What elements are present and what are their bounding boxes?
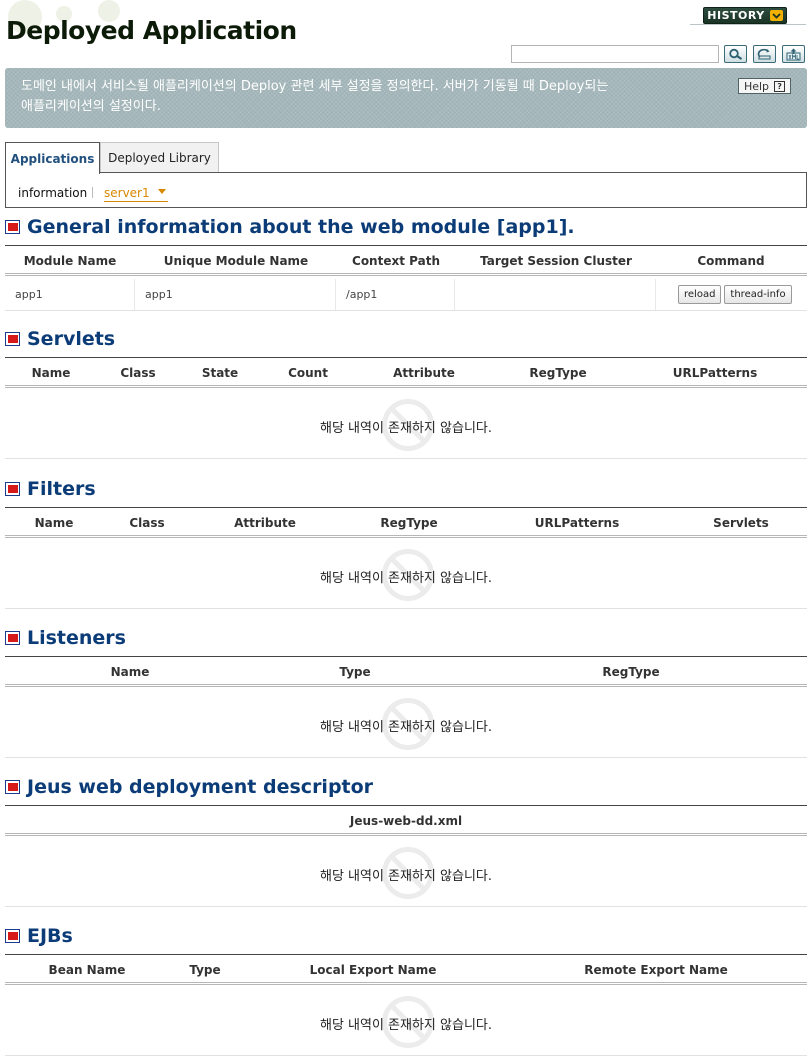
column-header: Unique Module Name (163, 254, 309, 268)
search-icon (729, 48, 743, 60)
column-header: RegType (602, 665, 660, 679)
history-label: HISTORY (707, 9, 765, 22)
cell-context-path: /app1 (336, 279, 455, 310)
column-header: URLPatterns (672, 366, 758, 380)
empty-row: 해당 내역이 존재하지 않습니다. (5, 391, 807, 459)
server-select-value: server1 (104, 186, 150, 200)
section-title-text: EJBs (27, 925, 73, 947)
thread-info-button[interactable]: thread-info (724, 285, 792, 304)
description-banner: 도메인 내에서 서비스될 애플리케이션의 Deploy 관련 세부 설정을 정의… (5, 68, 807, 128)
section-title-text: Jeus web deployment descriptor (27, 776, 374, 798)
column-header: Attribute (393, 366, 455, 380)
table-row: app1 app1 /app1 reload thread-info (5, 279, 807, 311)
question-icon: ? (774, 80, 786, 92)
table-header-jeus-dd: Jeus-web-dd.xml (5, 805, 807, 836)
banner-line: 애플리케이션의 설정이다. (21, 99, 161, 114)
dropdown-arrow-icon (157, 189, 166, 194)
section-title-text: Listeners (27, 627, 126, 649)
column-header: Name (31, 366, 71, 380)
column-header: Target Session Cluster (480, 254, 632, 268)
column-header: Module Name (23, 254, 117, 268)
column-header: URLPatterns (534, 516, 620, 530)
tab-label: Applications (10, 151, 95, 166)
column-header: Class (120, 366, 156, 380)
help-button[interactable]: Help ? (738, 78, 791, 94)
search-button[interactable] (724, 45, 747, 63)
banner-line: 도메인 내에서 서비스될 애플리케이션의 Deploy 관련 세부 설정을 정의… (21, 79, 609, 94)
section-title-jeus-dd: Jeus web deployment descriptor (5, 776, 373, 798)
column-header: RegType (380, 516, 438, 530)
section-bullet-icon (5, 929, 20, 943)
column-header: Type (339, 665, 371, 679)
tab-applications[interactable]: Applications (5, 142, 100, 174)
chevron-down-icon (769, 10, 783, 21)
section-title-filters: Filters (5, 478, 96, 500)
cell-command: reload thread-info (656, 279, 807, 310)
reload-button[interactable]: reload (678, 285, 722, 304)
help-label: Help (743, 79, 770, 93)
column-header: RegType (529, 366, 587, 380)
section-title-servlets: Servlets (5, 328, 115, 350)
column-header: State (201, 366, 239, 380)
export-xml-button[interactable] (782, 45, 805, 63)
empty-message: 해당 내역이 존재하지 않습니다. (319, 571, 492, 586)
column-header: Context Path (352, 254, 440, 268)
table-header-general: Module Name Unique Module Name Context P… (5, 245, 807, 276)
tab-label: Deployed Library (108, 151, 211, 165)
header-divider (690, 24, 806, 25)
section-title-ejbs: EJBs (5, 925, 73, 947)
column-header: Servlets (713, 516, 769, 530)
table-header-filters: Name Class Attribute RegType URLPatterns… (5, 507, 807, 538)
empty-row: 해당 내역이 존재하지 않습니다. (5, 690, 807, 758)
section-bullet-icon (5, 482, 20, 496)
column-header: Command (697, 254, 765, 268)
section-title-text: Servlets (27, 328, 116, 350)
refresh-icon (757, 48, 771, 60)
section-title-general: General information about the web module… (5, 216, 575, 238)
empty-message: 해당 내역이 존재하지 않습니다. (319, 869, 492, 884)
cell-target-session-cluster (455, 279, 656, 310)
sub-navigation: information server1 (5, 172, 807, 208)
page-title: Deployed Application (6, 16, 297, 45)
empty-row: 해당 내역이 존재하지 않습니다. (5, 988, 807, 1056)
column-header: Remote Export Name (584, 963, 728, 977)
column-header: Count (288, 366, 328, 380)
section-bullet-icon (5, 332, 20, 346)
column-header: Attribute (234, 516, 296, 530)
column-header: Class (129, 516, 165, 530)
empty-message: 해당 내역이 존재하지 않습니다. (319, 720, 492, 735)
refresh-button[interactable] (753, 45, 776, 63)
section-title-text: Filters (27, 478, 96, 500)
column-header: Name (34, 516, 74, 530)
table-header-servlets: Name Class State Count Attribute RegType… (5, 357, 807, 388)
section-bullet-icon (5, 631, 20, 645)
table-header-listeners: Name Type RegType (5, 656, 807, 687)
section-bullet-icon (5, 780, 20, 794)
search-input[interactable] (511, 45, 719, 63)
subnav-information[interactable]: information (18, 186, 87, 200)
server-select[interactable]: server1 (104, 186, 168, 202)
column-header: Bean Name (48, 963, 126, 977)
empty-row: 해당 내역이 존재하지 않습니다. (5, 541, 807, 609)
empty-message: 해당 내역이 존재하지 않습니다. (319, 1018, 492, 1033)
banner-text: 도메인 내에서 서비스될 애플리케이션의 Deploy 관련 세부 설정을 정의… (21, 77, 711, 117)
column-header: Local Export Name (309, 963, 437, 977)
section-bullet-icon (5, 220, 20, 234)
table-header-ejbs: Bean Name Type Local Export Name Remote … (5, 954, 807, 985)
subnav-divider (92, 187, 93, 198)
column-header: Jeus-web-dd.xml (349, 814, 463, 828)
empty-message: 해당 내역이 존재하지 않습니다. (319, 421, 492, 436)
cell-unique-module-name: app1 (135, 279, 336, 310)
empty-row: 해당 내역이 존재하지 않습니다. (5, 839, 807, 907)
xml-export-icon (786, 48, 801, 60)
section-title-text: General information about the web module… (27, 216, 575, 238)
history-button[interactable]: HISTORY (703, 7, 787, 24)
column-header: Name (110, 665, 150, 679)
cell-module-name: app1 (5, 279, 135, 310)
tab-deployed-library[interactable]: Deployed Library (100, 142, 219, 173)
column-header: Type (189, 963, 221, 977)
section-title-listeners: Listeners (5, 627, 126, 649)
